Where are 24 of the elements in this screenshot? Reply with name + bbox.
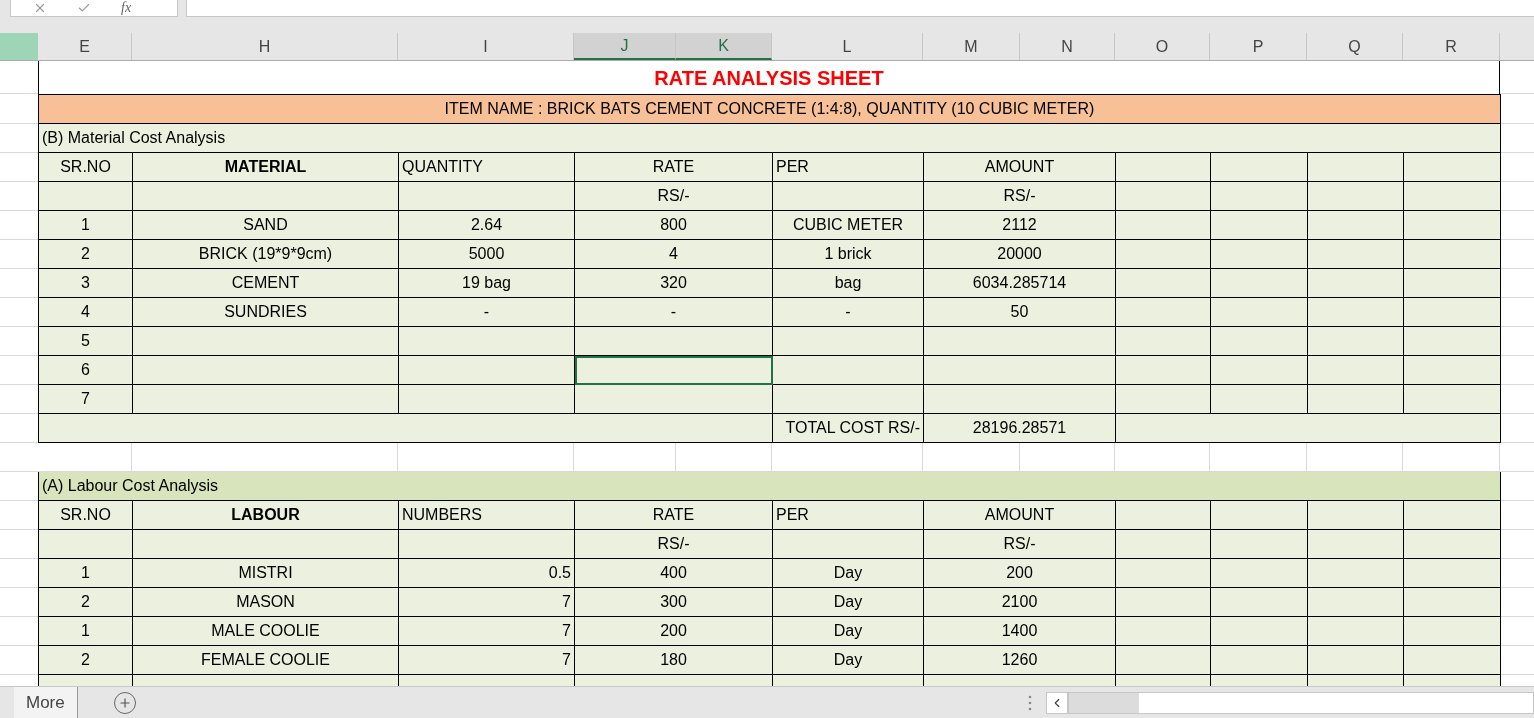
sheet-title: RATE ANALYSIS SHEET <box>654 65 884 91</box>
cancel-icon[interactable] <box>33 1 47 15</box>
column-header[interactable]: H <box>132 33 398 60</box>
formula-input[interactable] <box>186 0 1534 17</box>
column-header[interactable]: Q <box>1307 33 1403 60</box>
column-header[interactable]: O <box>1115 33 1210 60</box>
column-header[interactable]: N <box>1020 33 1115 60</box>
item-name-banner: ITEM NAME : BRICK BATS CEMENT CONCRETE (1:4:8), QUANTITY (10 CUBIC METER) <box>38 94 1501 124</box>
check-icon[interactable] <box>77 1 91 15</box>
more-options-icon[interactable] <box>1028 694 1032 711</box>
column-header[interactable]: R <box>1403 33 1500 60</box>
column-header[interactable]: K <box>676 33 772 60</box>
total-label: TOTAL COST RS/- <box>773 414 924 443</box>
scroll-left-button[interactable] <box>1046 691 1068 714</box>
total-value: 28196.28571 <box>924 414 1116 443</box>
column-header[interactable]: J <box>574 33 676 60</box>
column-header[interactable]: E <box>38 33 132 60</box>
column-header[interactable]: L <box>772 33 923 60</box>
function-label[interactable]: fx <box>121 1 132 15</box>
column-header[interactable]: P <box>1210 33 1307 60</box>
horizontal-scrollbar[interactable] <box>1068 691 1534 714</box>
more-tab[interactable]: More <box>14 686 78 718</box>
column-header[interactable]: M <box>923 33 1020 60</box>
plus-icon <box>117 695 132 710</box>
